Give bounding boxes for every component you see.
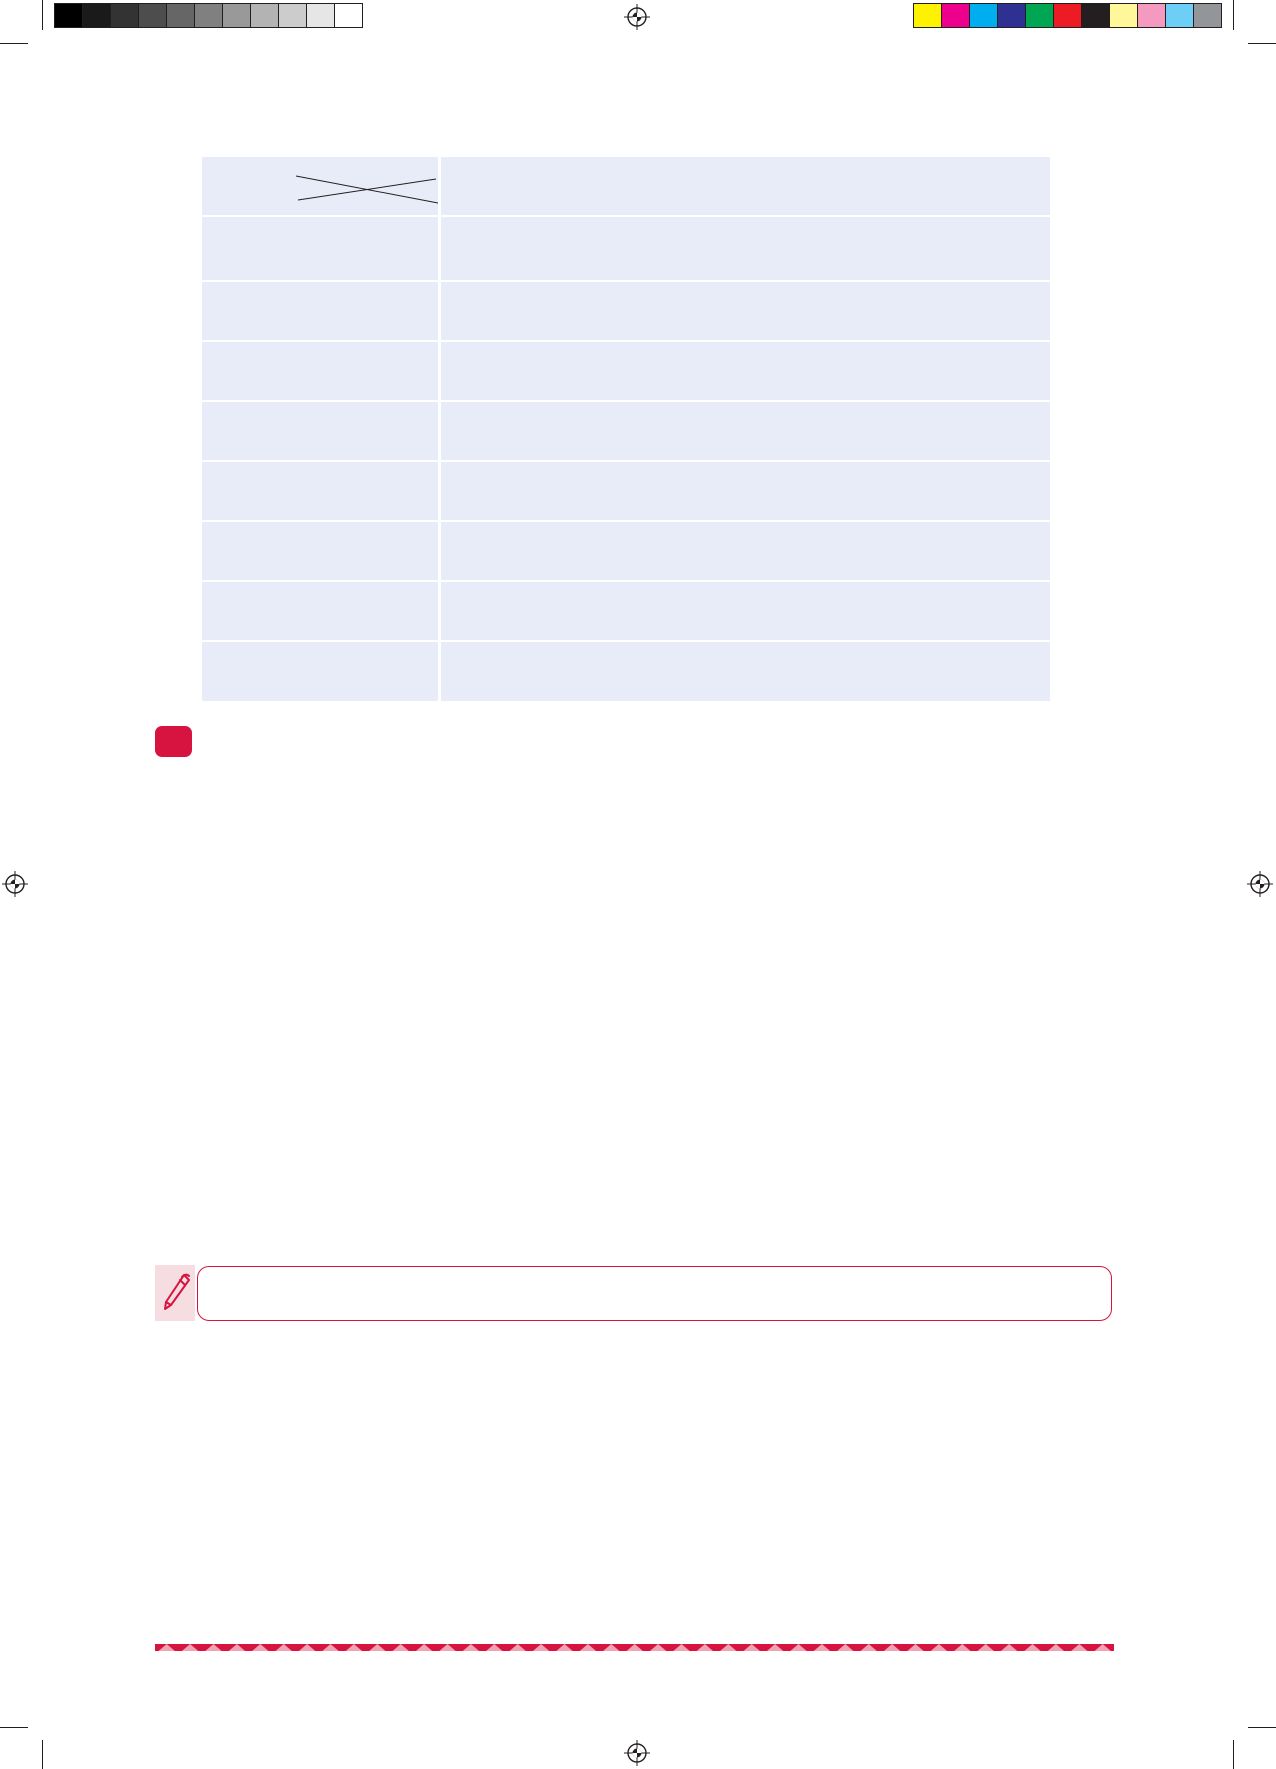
gray-swatch (306, 3, 335, 28)
color-swatch (1137, 3, 1166, 28)
color-swatch (1025, 3, 1054, 28)
table-row-divider (202, 640, 1050, 642)
crop-mark-bottom-left-h (0, 1727, 28, 1728)
color-swatch (1165, 3, 1194, 28)
pen-icon (155, 1265, 195, 1321)
table-row-divider (202, 280, 1050, 282)
gray-swatch (166, 3, 195, 28)
crop-mark-top-left-v (42, 0, 43, 30)
crop-mark-bottom-left-v (42, 1740, 43, 1769)
color-swatch (997, 3, 1026, 28)
crop-mark-top-right-v (1233, 0, 1234, 30)
registration-mark-bottom-icon (624, 1740, 650, 1766)
registration-mark-left-icon (2, 871, 28, 897)
gray-swatch (110, 3, 139, 28)
footer-decorative-band (155, 1641, 1114, 1651)
note-box (197, 1266, 1112, 1321)
table-row-divider (202, 400, 1050, 402)
gray-swatch (82, 3, 111, 28)
table-column-divider (438, 157, 441, 701)
table-row-divider (202, 580, 1050, 582)
gray-swatch (278, 3, 307, 28)
table-row-divider (202, 460, 1050, 462)
registration-mark-top-icon (624, 4, 650, 30)
color-swatch (1081, 3, 1110, 28)
crop-mark-top-left-h (0, 43, 28, 44)
gray-swatch (54, 3, 83, 28)
table-row-divider (202, 215, 1050, 217)
table-row-divider (202, 520, 1050, 522)
gray-swatch (138, 3, 167, 28)
color-swatch (913, 3, 942, 28)
color-swatch (969, 3, 998, 28)
crop-mark-top-right-h (1248, 43, 1276, 44)
gray-swatch (222, 3, 251, 28)
table-row-divider (202, 340, 1050, 342)
gray-swatch (334, 3, 363, 28)
color-swatch (941, 3, 970, 28)
gray-swatch (194, 3, 223, 28)
registration-mark-right-icon (1247, 871, 1273, 897)
color-swatch (1053, 3, 1082, 28)
color-swatch (1193, 3, 1222, 28)
header-cross-lines (295, 175, 439, 204)
color-swatch (1109, 3, 1138, 28)
crop-mark-bottom-right-h (1248, 1727, 1276, 1728)
data-table (202, 157, 1050, 701)
gray-swatch (250, 3, 279, 28)
crop-mark-bottom-right-v (1233, 1740, 1234, 1769)
section-number-badge (155, 726, 192, 757)
